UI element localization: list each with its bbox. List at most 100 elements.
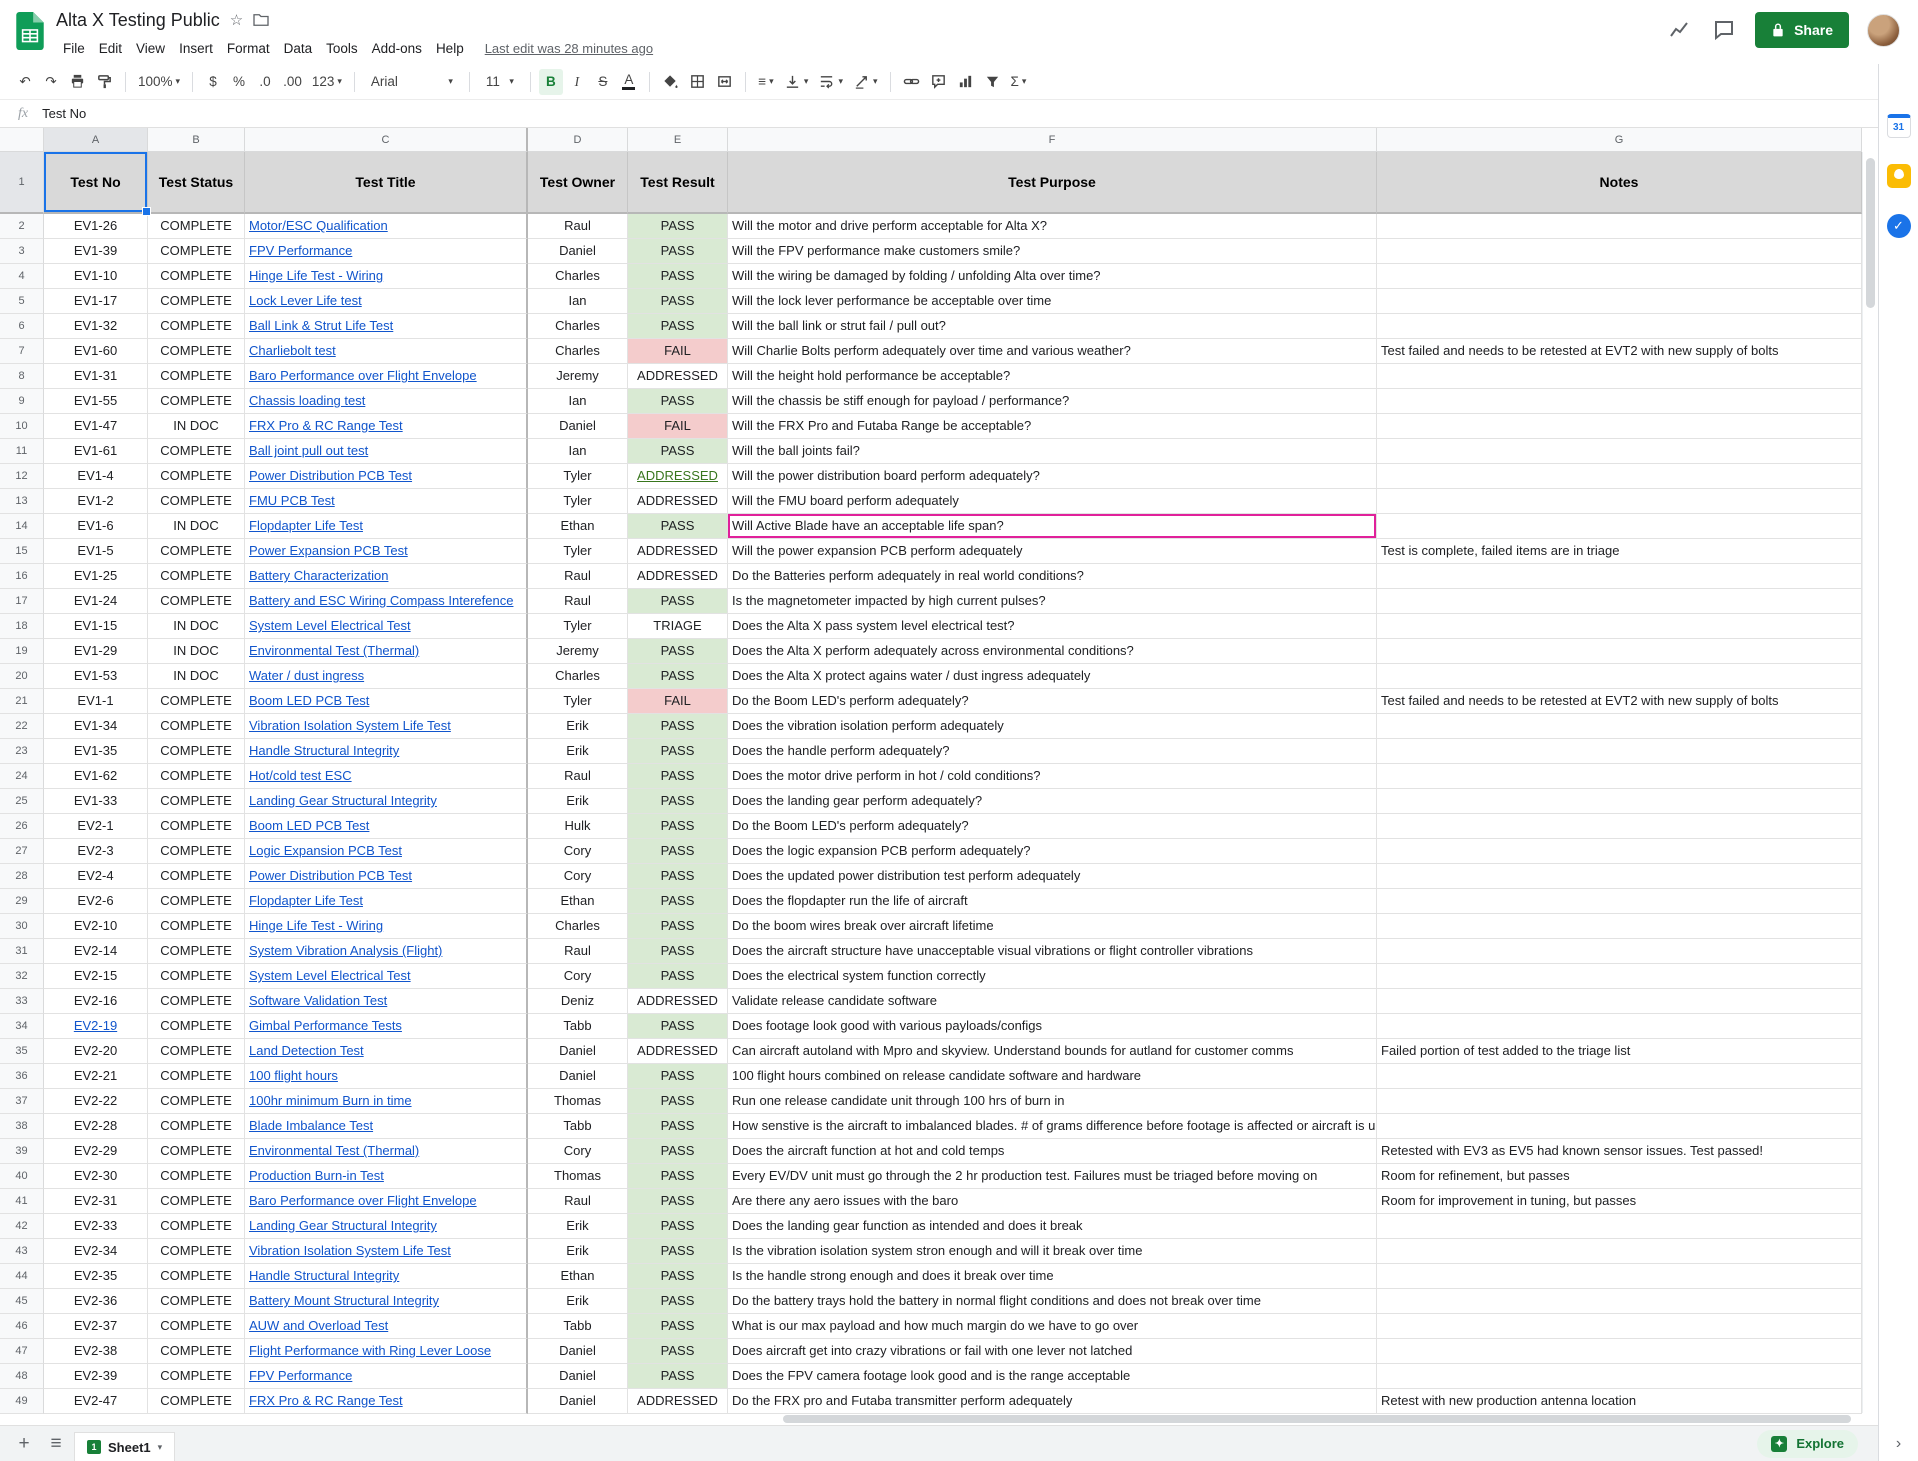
cell-notes[interactable] — [1377, 964, 1862, 989]
row-number-35[interactable]: 35 — [0, 1039, 44, 1064]
cell-test-result[interactable]: PASS — [628, 289, 728, 314]
cell-test-title[interactable]: Battery Characterization — [245, 564, 528, 589]
cell-test-purpose[interactable]: Will the ball joints fail? — [728, 439, 1377, 464]
cell-test-title[interactable]: Motor/ESC Qualification — [245, 214, 528, 239]
cell-notes[interactable] — [1377, 314, 1862, 339]
cell-test-no[interactable]: EV2-14 — [44, 939, 148, 964]
cell-test-purpose[interactable]: Will the lock lever performance be accep… — [728, 289, 1377, 314]
cell-test-status[interactable]: COMPLETE — [148, 964, 245, 989]
cell-test-owner[interactable]: Ethan — [528, 514, 628, 539]
cell-test-title[interactable]: Hinge Life Test - Wiring — [245, 914, 528, 939]
cell-test-no[interactable]: EV2-15 — [44, 964, 148, 989]
cell-test-no[interactable]: EV2-19 — [44, 1014, 148, 1039]
cell-test-no[interactable]: EV2-21 — [44, 1064, 148, 1089]
cell-test-no[interactable]: EV2-6 — [44, 889, 148, 914]
column-header-E[interactable]: E — [628, 128, 728, 152]
row-number-37[interactable]: 37 — [0, 1089, 44, 1114]
increase-decimal-button[interactable]: .00 — [279, 69, 306, 95]
cell-test-no[interactable]: EV2-16 — [44, 989, 148, 1014]
cell-test-status[interactable]: COMPLETE — [148, 564, 245, 589]
italic-button[interactable]: I — [565, 69, 589, 95]
row-number-6[interactable]: 6 — [0, 314, 44, 339]
row-number-2[interactable]: 2 — [0, 214, 44, 239]
cell-test-owner[interactable]: Daniel — [528, 1064, 628, 1089]
cell-test-purpose[interactable]: Does the landing gear perform adequately… — [728, 789, 1377, 814]
row-number-30[interactable]: 30 — [0, 914, 44, 939]
cell-test-result[interactable]: PASS — [628, 789, 728, 814]
cell-test-purpose[interactable]: How senstive is the aircraft to imbalanc… — [728, 1114, 1377, 1139]
column-header-A[interactable]: A — [44, 128, 148, 152]
cell-notes[interactable] — [1377, 839, 1862, 864]
create-filter-button[interactable] — [980, 69, 1005, 95]
cell-test-result[interactable]: PASS — [628, 1214, 728, 1239]
cell-test-no[interactable]: EV1-60 — [44, 339, 148, 364]
cell-test-result[interactable]: PASS — [628, 1064, 728, 1089]
cell-test-owner[interactable]: Charles — [528, 264, 628, 289]
cell-test-no[interactable]: EV1-31 — [44, 364, 148, 389]
number-format-dropdown[interactable]: 123 ▾ — [308, 69, 346, 95]
cell-test-result[interactable]: ADDRESSED — [628, 364, 728, 389]
cell-test-status[interactable]: COMPLETE — [148, 1364, 245, 1389]
tasks-icon[interactable]: ✓ — [1887, 214, 1911, 238]
cell-test-owner[interactable]: Hulk — [528, 814, 628, 839]
cell-test-purpose[interactable]: Every EV/DV unit must go through the 2 h… — [728, 1164, 1377, 1189]
cell-test-status[interactable]: COMPLETE — [148, 1089, 245, 1114]
cell-notes[interactable] — [1377, 1289, 1862, 1314]
font-size-dropdown[interactable]: 11 ▾ — [478, 69, 522, 95]
cell-test-purpose[interactable]: Will the FRX Pro and Futaba Range be acc… — [728, 414, 1377, 439]
row-number-10[interactable]: 10 — [0, 414, 44, 439]
column-header-F[interactable]: F — [728, 128, 1377, 152]
cell-test-owner[interactable]: Thomas — [528, 1089, 628, 1114]
cell-test-status[interactable]: COMPLETE — [148, 464, 245, 489]
row-number-28[interactable]: 28 — [0, 864, 44, 889]
insert-comment-button[interactable] — [926, 69, 951, 95]
move-folder-icon[interactable] — [253, 13, 269, 27]
cell-notes[interactable] — [1377, 514, 1862, 539]
cell-test-no[interactable]: EV2-29 — [44, 1139, 148, 1164]
cell-test-result[interactable]: PASS — [628, 439, 728, 464]
row-number-4[interactable]: 4 — [0, 264, 44, 289]
cell-test-no[interactable]: EV1-26 — [44, 214, 148, 239]
cell-test-owner[interactable]: Daniel — [528, 239, 628, 264]
cell-test-status[interactable]: COMPLETE — [148, 1289, 245, 1314]
cell-test-result[interactable]: TRIAGE — [628, 614, 728, 639]
cell-notes[interactable]: Retested with EV3 as EV5 had known senso… — [1377, 1139, 1862, 1164]
cell-test-purpose[interactable]: Does the handle perform adequately? — [728, 739, 1377, 764]
cell-test-owner[interactable]: Raul — [528, 214, 628, 239]
cell-test-owner[interactable]: Charles — [528, 914, 628, 939]
row-number-26[interactable]: 26 — [0, 814, 44, 839]
cell-test-result[interactable]: PASS — [628, 764, 728, 789]
cell-test-title[interactable]: FRX Pro & RC Range Test — [245, 1389, 528, 1414]
cell-test-owner[interactable]: Charles — [528, 339, 628, 364]
row-number-39[interactable]: 39 — [0, 1139, 44, 1164]
cell-test-owner[interactable]: Tyler — [528, 539, 628, 564]
cell-test-purpose[interactable]: Does the Alta X protect agains water / d… — [728, 664, 1377, 689]
cell-test-purpose[interactable]: Do the boom wires break over aircraft li… — [728, 914, 1377, 939]
cell-test-result[interactable]: PASS — [628, 314, 728, 339]
cell-test-result[interactable]: PASS — [628, 589, 728, 614]
cell-test-result[interactable]: PASS — [628, 1139, 728, 1164]
cell-test-title[interactable]: Environmental Test (Thermal) — [245, 1139, 528, 1164]
cell-notes[interactable] — [1377, 489, 1862, 514]
cell-test-title[interactable]: Flopdapter Life Test — [245, 889, 528, 914]
cell-test-owner[interactable]: Ian — [528, 439, 628, 464]
cell-test-title[interactable]: System Level Electrical Test — [245, 614, 528, 639]
row-number-17[interactable]: 17 — [0, 589, 44, 614]
cell-test-result[interactable]: PASS — [628, 214, 728, 239]
cell-test-result[interactable]: ADDRESSED — [628, 1389, 728, 1414]
cell-test-title[interactable]: Land Detection Test — [245, 1039, 528, 1064]
cell-test-no[interactable]: EV2-28 — [44, 1114, 148, 1139]
cell-notes[interactable] — [1377, 389, 1862, 414]
cell-test-result[interactable]: PASS — [628, 889, 728, 914]
cell-test-status[interactable]: COMPLETE — [148, 1189, 245, 1214]
cell-notes[interactable] — [1377, 939, 1862, 964]
cell-test-no[interactable]: EV1-25 — [44, 564, 148, 589]
cell-notes[interactable] — [1377, 1239, 1862, 1264]
cell-test-title[interactable]: Baro Performance over Flight Envelope — [245, 1189, 528, 1214]
cell-notes[interactable] — [1377, 789, 1862, 814]
row-number-23[interactable]: 23 — [0, 739, 44, 764]
activity-chart-icon[interactable] — [1667, 17, 1693, 43]
cell-test-purpose[interactable]: Will the height hold performance be acce… — [728, 364, 1377, 389]
account-avatar[interactable] — [1867, 14, 1900, 47]
cell-notes[interactable]: Test is complete, failed items are in tr… — [1377, 539, 1862, 564]
